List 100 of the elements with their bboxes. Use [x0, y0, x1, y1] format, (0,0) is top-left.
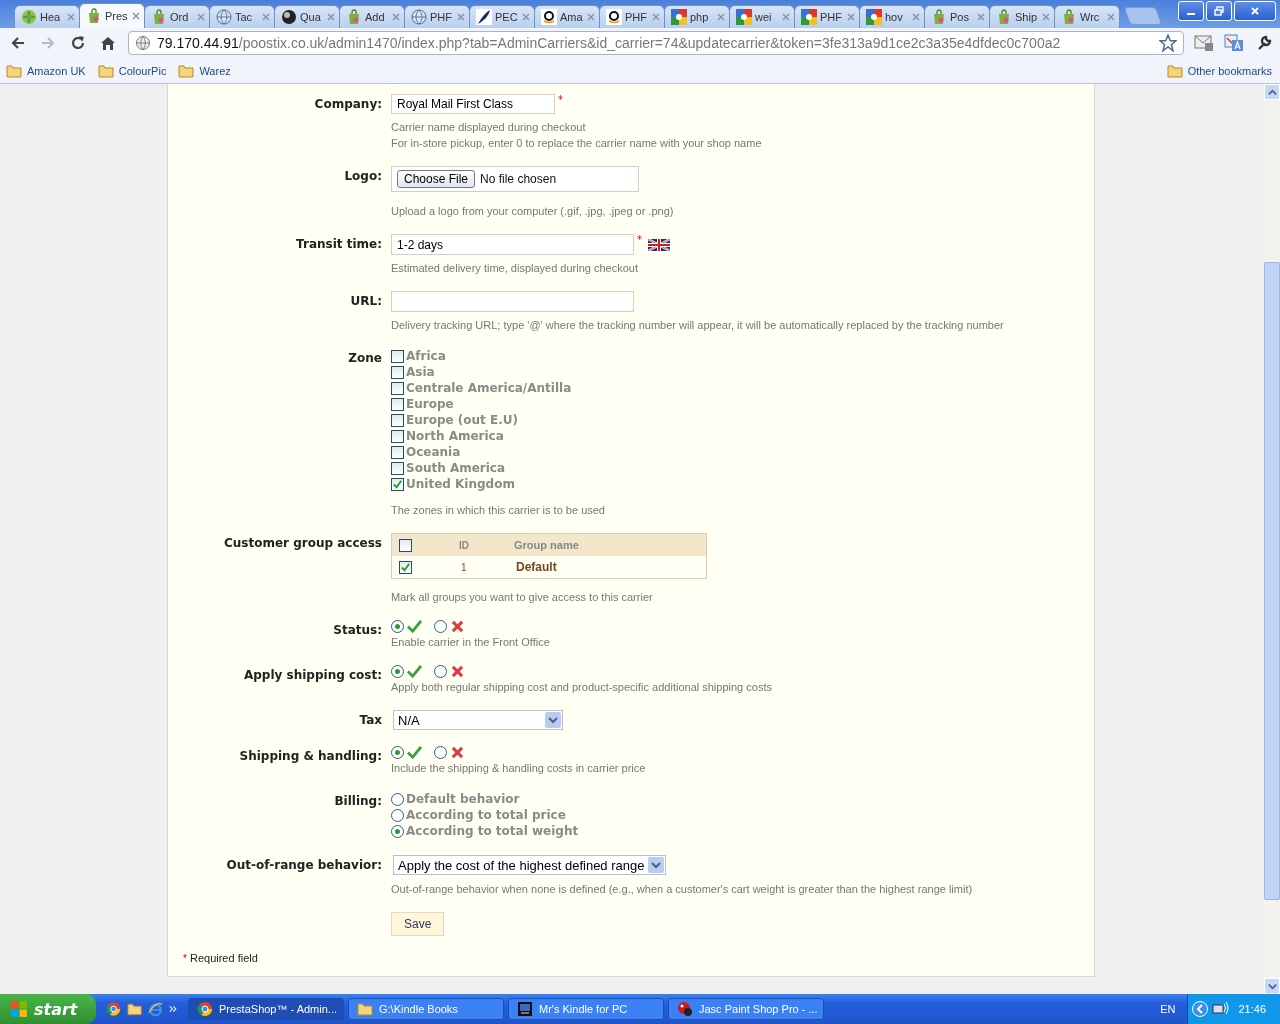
- browser-tab[interactable]: Pres: [79, 3, 145, 28]
- tab-title: PHF: [430, 11, 453, 23]
- network-icon[interactable]: [1212, 1001, 1231, 1017]
- close-icon: [1250, 6, 1260, 16]
- browser-tab[interactable]: PEC: [469, 5, 535, 28]
- browser-tab[interactable]: Hea: [14, 5, 80, 28]
- field-label: URL:: [349, 293, 382, 310]
- radio-button[interactable]: [391, 620, 404, 633]
- radio-button[interactable]: [434, 620, 447, 633]
- text-field[interactable]: Royal Mail First Class: [391, 94, 555, 114]
- checkbox[interactable]: [391, 429, 404, 443]
- checkbox[interactable]: [399, 560, 412, 574]
- browser-tab[interactable]: PHF: [404, 5, 470, 28]
- scrollbar[interactable]: [1264, 84, 1280, 994]
- taskbar-window-button[interactable]: Mr's Kindle for PC: [508, 998, 664, 1020]
- window-title: Jasc Paint Shop Pro - ...: [699, 1003, 818, 1015]
- restore-button[interactable]: [1206, 1, 1232, 21]
- mail-icon[interactable]: [1194, 34, 1214, 52]
- text-field[interactable]: 1-2 days: [391, 234, 634, 255]
- text-field[interactable]: [391, 291, 634, 312]
- bookmark-link[interactable]: Warez: [178, 63, 231, 78]
- chevron-icon[interactable]: [1192, 1001, 1209, 1017]
- option-label: South America: [406, 461, 506, 475]
- checkbox[interactable]: [391, 461, 404, 475]
- radio-button[interactable]: [391, 824, 404, 838]
- browser-tab[interactable]: Pos: [924, 5, 990, 28]
- star-icon[interactable]: [1159, 34, 1177, 52]
- translate-icon[interactable]: [1224, 34, 1244, 52]
- taskbar-window-button[interactable]: Jasc Paint Shop Pro - ...: [668, 998, 824, 1020]
- browser-tab[interactable]: Add: [339, 5, 405, 28]
- checkbox[interactable]: [391, 381, 404, 395]
- browser-tab[interactable]: Tac: [209, 5, 275, 28]
- taskbar-window-button[interactable]: PrestaShop™ - Admin...: [188, 998, 344, 1020]
- dropdown[interactable]: Apply the cost of the highest defined range: [393, 855, 667, 875]
- browser-tab[interactable]: hov: [859, 5, 925, 28]
- checkbox[interactable]: [391, 397, 404, 411]
- wrench-icon[interactable]: [1256, 35, 1272, 51]
- check-icon: [407, 620, 422, 633]
- url-text: 79.170.44.91/poostix.co.uk/admin1470/index.php?tab=AdminCarriers&id_carrier=74&updatecarrier&token=3fe313a9d1ce2c3a35e4dfdec0c700a2: [157, 35, 1062, 51]
- radio-button[interactable]: [391, 746, 404, 759]
- bookmark-link[interactable]: ColourPic: [97, 63, 167, 78]
- browser-tab[interactable]: wei: [729, 5, 795, 28]
- folder-icon: [97, 63, 114, 78]
- bookmark-link[interactable]: Amazon UK: [6, 63, 86, 78]
- checkbox[interactable]: [391, 365, 404, 379]
- choose-file-button[interactable]: Choose File: [397, 170, 476, 188]
- help-text: For in-store pickup, enter 0 to replace the carrier name with your shop name: [391, 136, 762, 150]
- tab-title: PHF: [820, 11, 843, 23]
- browser-tab[interactable]: php: [664, 5, 730, 28]
- dropdown[interactable]: N/A: [393, 710, 563, 730]
- save-button[interactable]: Save: [391, 912, 445, 936]
- help-text: Include the shipping & handling costs in carrier price: [391, 761, 646, 775]
- file-field[interactable]: Choose File No file chosen: [391, 166, 639, 192]
- tab-title: Pres: [105, 10, 129, 22]
- radio-button[interactable]: [391, 665, 404, 678]
- checkbox[interactable]: [391, 413, 404, 427]
- field-label: Apply shipping cost:: [242, 667, 382, 684]
- browser-tab[interactable]: PHF: [794, 5, 860, 28]
- taskbar-window-button[interactable]: G:\Kindle Books: [348, 998, 504, 1020]
- close-button[interactable]: [1234, 1, 1276, 21]
- other-bookmarks-link[interactable]: Other bookmarks: [1166, 63, 1272, 78]
- browser-e-icon[interactable]: [148, 1001, 164, 1017]
- checkbox[interactable]: [391, 349, 404, 363]
- flag-icon[interactable]: [648, 238, 670, 251]
- browser-tab[interactable]: Ama: [534, 5, 600, 28]
- shopping-bag-icon: [996, 9, 1012, 25]
- home-icon[interactable]: [100, 35, 116, 51]
- close-icon[interactable]: [132, 12, 140, 20]
- browser-tab[interactable]: Ship: [989, 5, 1055, 28]
- chevron-icon[interactable]: [169, 1005, 178, 1013]
- checkbox[interactable]: [399, 538, 412, 552]
- browser-tab[interactable]: PHF: [599, 5, 665, 28]
- help-text: Mark all groups you want to give access to this carrier: [391, 590, 653, 604]
- swirl-icon: [21, 9, 37, 25]
- help-text: Enable carrier in the Front Office: [391, 635, 550, 649]
- back-icon[interactable]: [10, 35, 26, 51]
- table-cell: Default: [516, 560, 557, 574]
- option-label: North America: [406, 429, 504, 443]
- radio-button[interactable]: [391, 792, 404, 806]
- minimize-button[interactable]: [1178, 1, 1204, 21]
- radio-button[interactable]: [434, 746, 447, 759]
- option-label: Africa: [406, 349, 446, 363]
- folder-icon[interactable]: [127, 1001, 143, 1017]
- tab-title: PHF: [625, 11, 648, 23]
- radio-button[interactable]: [434, 665, 447, 678]
- column-header: ID: [459, 539, 470, 551]
- radio-button[interactable]: [391, 808, 404, 822]
- language-indicator[interactable]: EN: [1160, 1003, 1176, 1015]
- tab-title: php: [690, 11, 710, 23]
- checkbox[interactable]: [391, 477, 404, 491]
- checkbox[interactable]: [391, 445, 404, 459]
- field-label: Logo:: [343, 168, 382, 185]
- reload-icon[interactable]: [70, 35, 86, 51]
- shopping-bag-icon: [346, 9, 362, 25]
- browser-tab[interactable]: Qua: [274, 5, 340, 28]
- option-label: According to total price: [406, 808, 566, 822]
- globe-icon: [411, 9, 427, 25]
- browser-tab[interactable]: Wrc: [1054, 5, 1120, 28]
- browser-tab[interactable]: Ord: [144, 5, 210, 28]
- address-bar[interactable]: 79.170.44.91/poostix.co.uk/admin1470/index.php?tab=AdminCarriers&id_carrier=74&updatecarrier&token=3fe313a9d1ce2c3a35e4dfdec0c700a2: [128, 31, 1184, 55]
